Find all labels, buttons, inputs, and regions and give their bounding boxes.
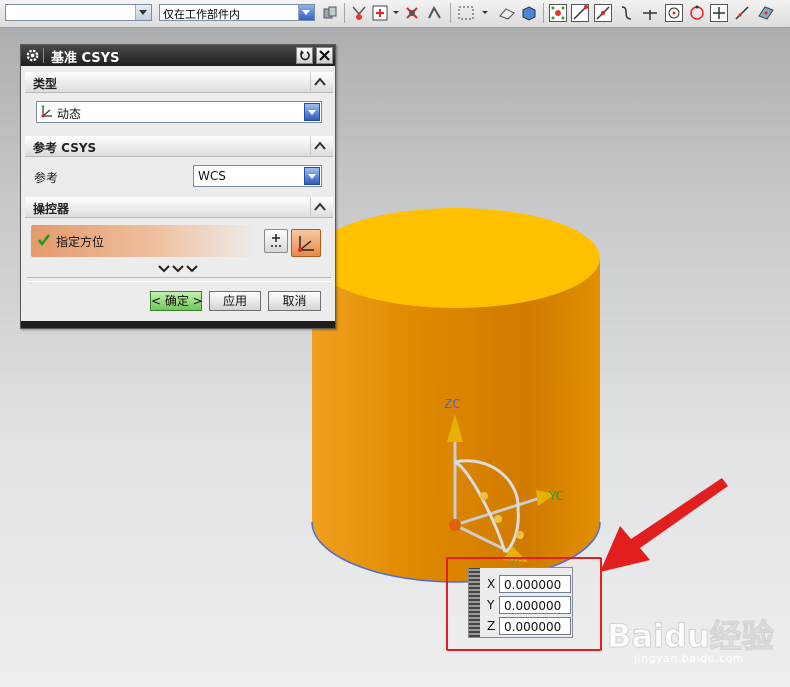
csys-icon — [298, 236, 314, 252]
chevron-down-icon[interactable] — [304, 103, 320, 121]
datum-csys-dialog: 基准 CSYS 类型 动态 参考 CSYS 参考 WCS 操控器 指定方位 < … — [20, 44, 336, 329]
dynamic-csys-icon — [41, 105, 52, 118]
close-icon — [319, 50, 330, 61]
dialog-bottom-bar — [21, 321, 335, 328]
axis-label-y: YC — [549, 489, 565, 503]
section-reference-header[interactable]: 参考 CSYS — [25, 136, 333, 157]
divider — [27, 281, 331, 282]
type-select[interactable]: 动态 — [36, 101, 322, 123]
expand-more-icon[interactable] — [157, 263, 201, 275]
watermark-brand: Baidu经验 — [607, 617, 774, 655]
chevron-down-icon[interactable] — [304, 167, 320, 185]
close-button[interactable] — [316, 47, 333, 64]
section-manipulator-header[interactable]: 操控器 — [25, 197, 333, 218]
title-separator — [43, 48, 44, 63]
gear-icon[interactable] — [25, 48, 40, 63]
dialog-titlebar[interactable]: 基准 CSYS — [21, 45, 335, 66]
ok-button[interactable]: < 确定 > — [150, 291, 203, 311]
reference-csys-select[interactable]: WCS — [193, 165, 322, 187]
reset-button[interactable] — [296, 47, 313, 64]
specify-orientation-selector[interactable]: 指定方位 — [31, 225, 257, 257]
reference-label: 参考 — [34, 171, 59, 185]
divider — [27, 277, 331, 278]
reset-icon — [300, 50, 310, 61]
chevron-up-icon[interactable] — [310, 73, 329, 91]
point-constructor-icon — [271, 234, 281, 247]
csys-dialog-button[interactable] — [291, 229, 321, 257]
highlight-box — [446, 557, 602, 651]
check-icon — [38, 234, 50, 247]
dialog-title: 基准 CSYS — [51, 51, 120, 66]
chevron-up-icon[interactable] — [310, 137, 329, 155]
watermark-url: jingyan.baidu.com — [634, 652, 745, 665]
point-dialog-button[interactable] — [264, 229, 288, 253]
section-type-header[interactable]: 类型 — [25, 72, 333, 93]
annotation-arrow — [600, 478, 728, 572]
axis-label-z: ZC — [444, 397, 461, 411]
cancel-button[interactable]: 取消 — [268, 291, 321, 311]
apply-button[interactable]: 应用 — [209, 291, 261, 311]
chevron-up-icon[interactable] — [310, 198, 329, 216]
